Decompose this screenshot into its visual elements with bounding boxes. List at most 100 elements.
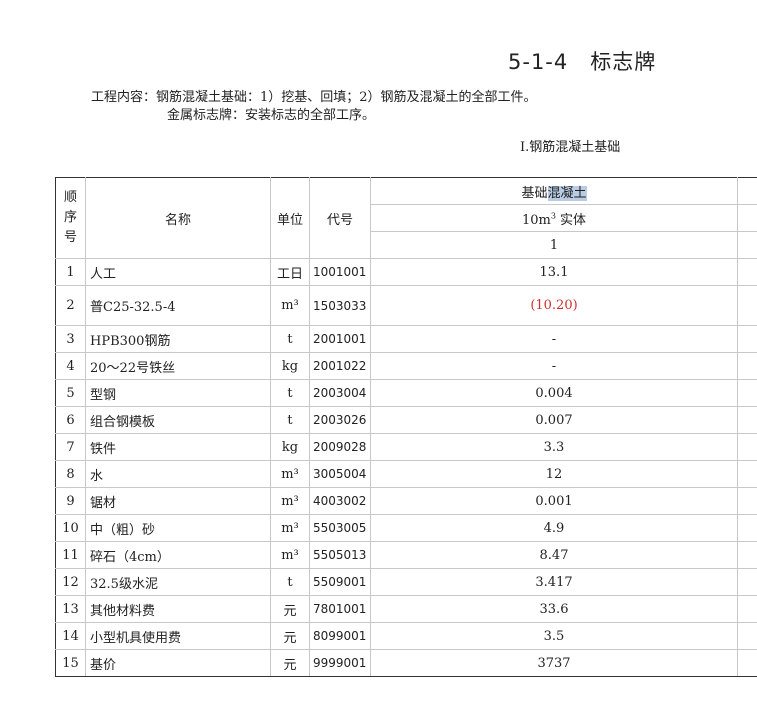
row-index: 11 [55,541,86,569]
row-code: 8099001 [309,622,371,650]
header-extra-cell [737,231,757,259]
table-row: 3 HPB300钢筋 t 2001001- [55,325,757,353]
row-unit: t [270,568,310,596]
row-extra-cell [737,487,757,515]
header-measure: 10m3 实体 [370,204,738,232]
row-name: 组合钢模板 [85,406,271,434]
table-row: 12 32.5级水泥 t 5509001 3.417 [55,568,757,596]
row-value: - [370,325,738,353]
row-extra-cell [737,258,757,286]
row-value: 3.5 [370,622,738,650]
row-code: 2001001 [309,325,371,353]
header-extra-cell [737,177,757,205]
row-value: 3.417 [370,568,738,596]
row-code: 1001001 [309,258,371,286]
row-value: - [370,352,738,380]
row-value: 0.007 [370,406,738,434]
header-index-char-2: 序 [63,210,77,225]
row-name: 小型机具使用费 [85,622,271,650]
row-index: 8 [55,460,86,488]
row-index: 2 [55,285,86,326]
row-extra-cell [737,541,757,569]
row-index: 7 [55,433,86,461]
header-extra-cell [737,204,757,232]
table-row: 10 中（粗）砂 m³ 5503005 4.9 [55,514,757,542]
row-unit: m³ [270,460,310,488]
title-code: 5-1-4 [508,50,569,74]
row-name: 型钢 [85,379,271,407]
row-extra-cell [737,285,757,326]
header-measure-prefix: 10m [521,212,551,228]
row-value: 0.004 [370,379,738,407]
table-row: 7 铁件 kg 2009028 3.3 [55,433,757,461]
row-code: 1503033 [309,285,371,326]
quota-table: 顺 序 号 名称 单位 代号 基础混凝土 10m3 实体 1 1 人工 工日 1001… [55,177,757,677]
row-code: 9999001 [309,649,371,677]
header-item-highlight[interactable]: 混凝土 [547,185,587,201]
header-item: 基础混凝土 [370,177,738,205]
row-code: 5503005 [309,514,371,542]
row-value: 0.001 [370,487,738,515]
row-name: 人工 [85,258,271,286]
table-row: 5 型钢 t 2003004 0.004 [55,379,757,407]
row-value: 33.6 [370,595,738,623]
row-unit: kg [270,352,310,380]
row-name: 其他材料费 [85,595,271,623]
header-index-char-3: 号 [63,230,77,245]
row-extra-cell [737,649,757,677]
row-code: 7801001 [309,595,371,623]
table-row: 13 其他材料费元 7801001 33.6 [55,595,757,623]
row-value: 4.9 [370,514,738,542]
header-code: 代号 [309,177,371,259]
row-unit: 元 [270,649,310,677]
table-row: 8 水 m³ 3005004 12 [55,460,757,488]
row-unit: t [270,325,310,353]
row-extra-cell [737,514,757,542]
row-unit: 元 [270,622,310,650]
row-value: 12 [370,460,738,488]
row-name: 铁件 [85,433,271,461]
row-unit: t [270,406,310,434]
row-unit: m³ [270,487,310,515]
row-extra-cell [737,568,757,596]
row-extra-cell [737,622,757,650]
row-unit: 元 [270,595,310,623]
row-code: 2009028 [309,433,371,461]
row-code: 5505013 [309,541,371,569]
row-extra-cell [737,352,757,380]
title-name: 标志牌 [590,50,657,74]
row-name: HPB300钢筋 [85,325,271,353]
header-measure-suffix: 实体 [555,212,587,228]
row-index: 10 [55,514,86,542]
table-row: 4 20～22号铁丝 kg 2001022- [55,352,757,380]
header-index: 顺 序 号 [55,177,86,259]
row-extra-cell [737,379,757,407]
table-row: 2 普C25-32.5-4 m³ 1503033 (10.20) [55,285,757,326]
row-code: 2003004 [309,379,371,407]
row-index: 5 [55,379,86,407]
row-name: 基价 [85,649,271,677]
table-row: 1 人工 工日 1001001 13.1 [55,258,757,286]
row-extra-cell [737,406,757,434]
row-unit: m³ [270,514,310,542]
row-code: 4003002 [309,487,371,515]
header-item-base: 基础 [521,185,548,201]
row-extra-cell [737,433,757,461]
row-extra-cell [737,595,757,623]
row-unit: 工日 [270,258,310,286]
row-unit: kg [270,433,310,461]
header-column-number: 1 [370,231,738,259]
table-row: 9 锯材 m³ 4003002 0.001 [55,487,757,515]
row-extra-cell [737,460,757,488]
row-index: 13 [55,595,86,623]
row-index: 6 [55,406,86,434]
header-name: 名称 [85,177,271,259]
table-row: 6 组合钢模板 t 2003026 0.007 [55,406,757,434]
header-row-1: 顺 序 号 名称 单位 代号 基础混凝土 [55,177,757,259]
table-row: 11 碎石（4cm） m³ 5505013 8.47 [55,541,757,569]
header-unit: 单位 [270,177,310,259]
row-index: 3 [55,325,86,353]
row-code: 3005004 [309,460,371,488]
row-value: 8.47 [370,541,738,569]
row-index: 9 [55,487,86,515]
